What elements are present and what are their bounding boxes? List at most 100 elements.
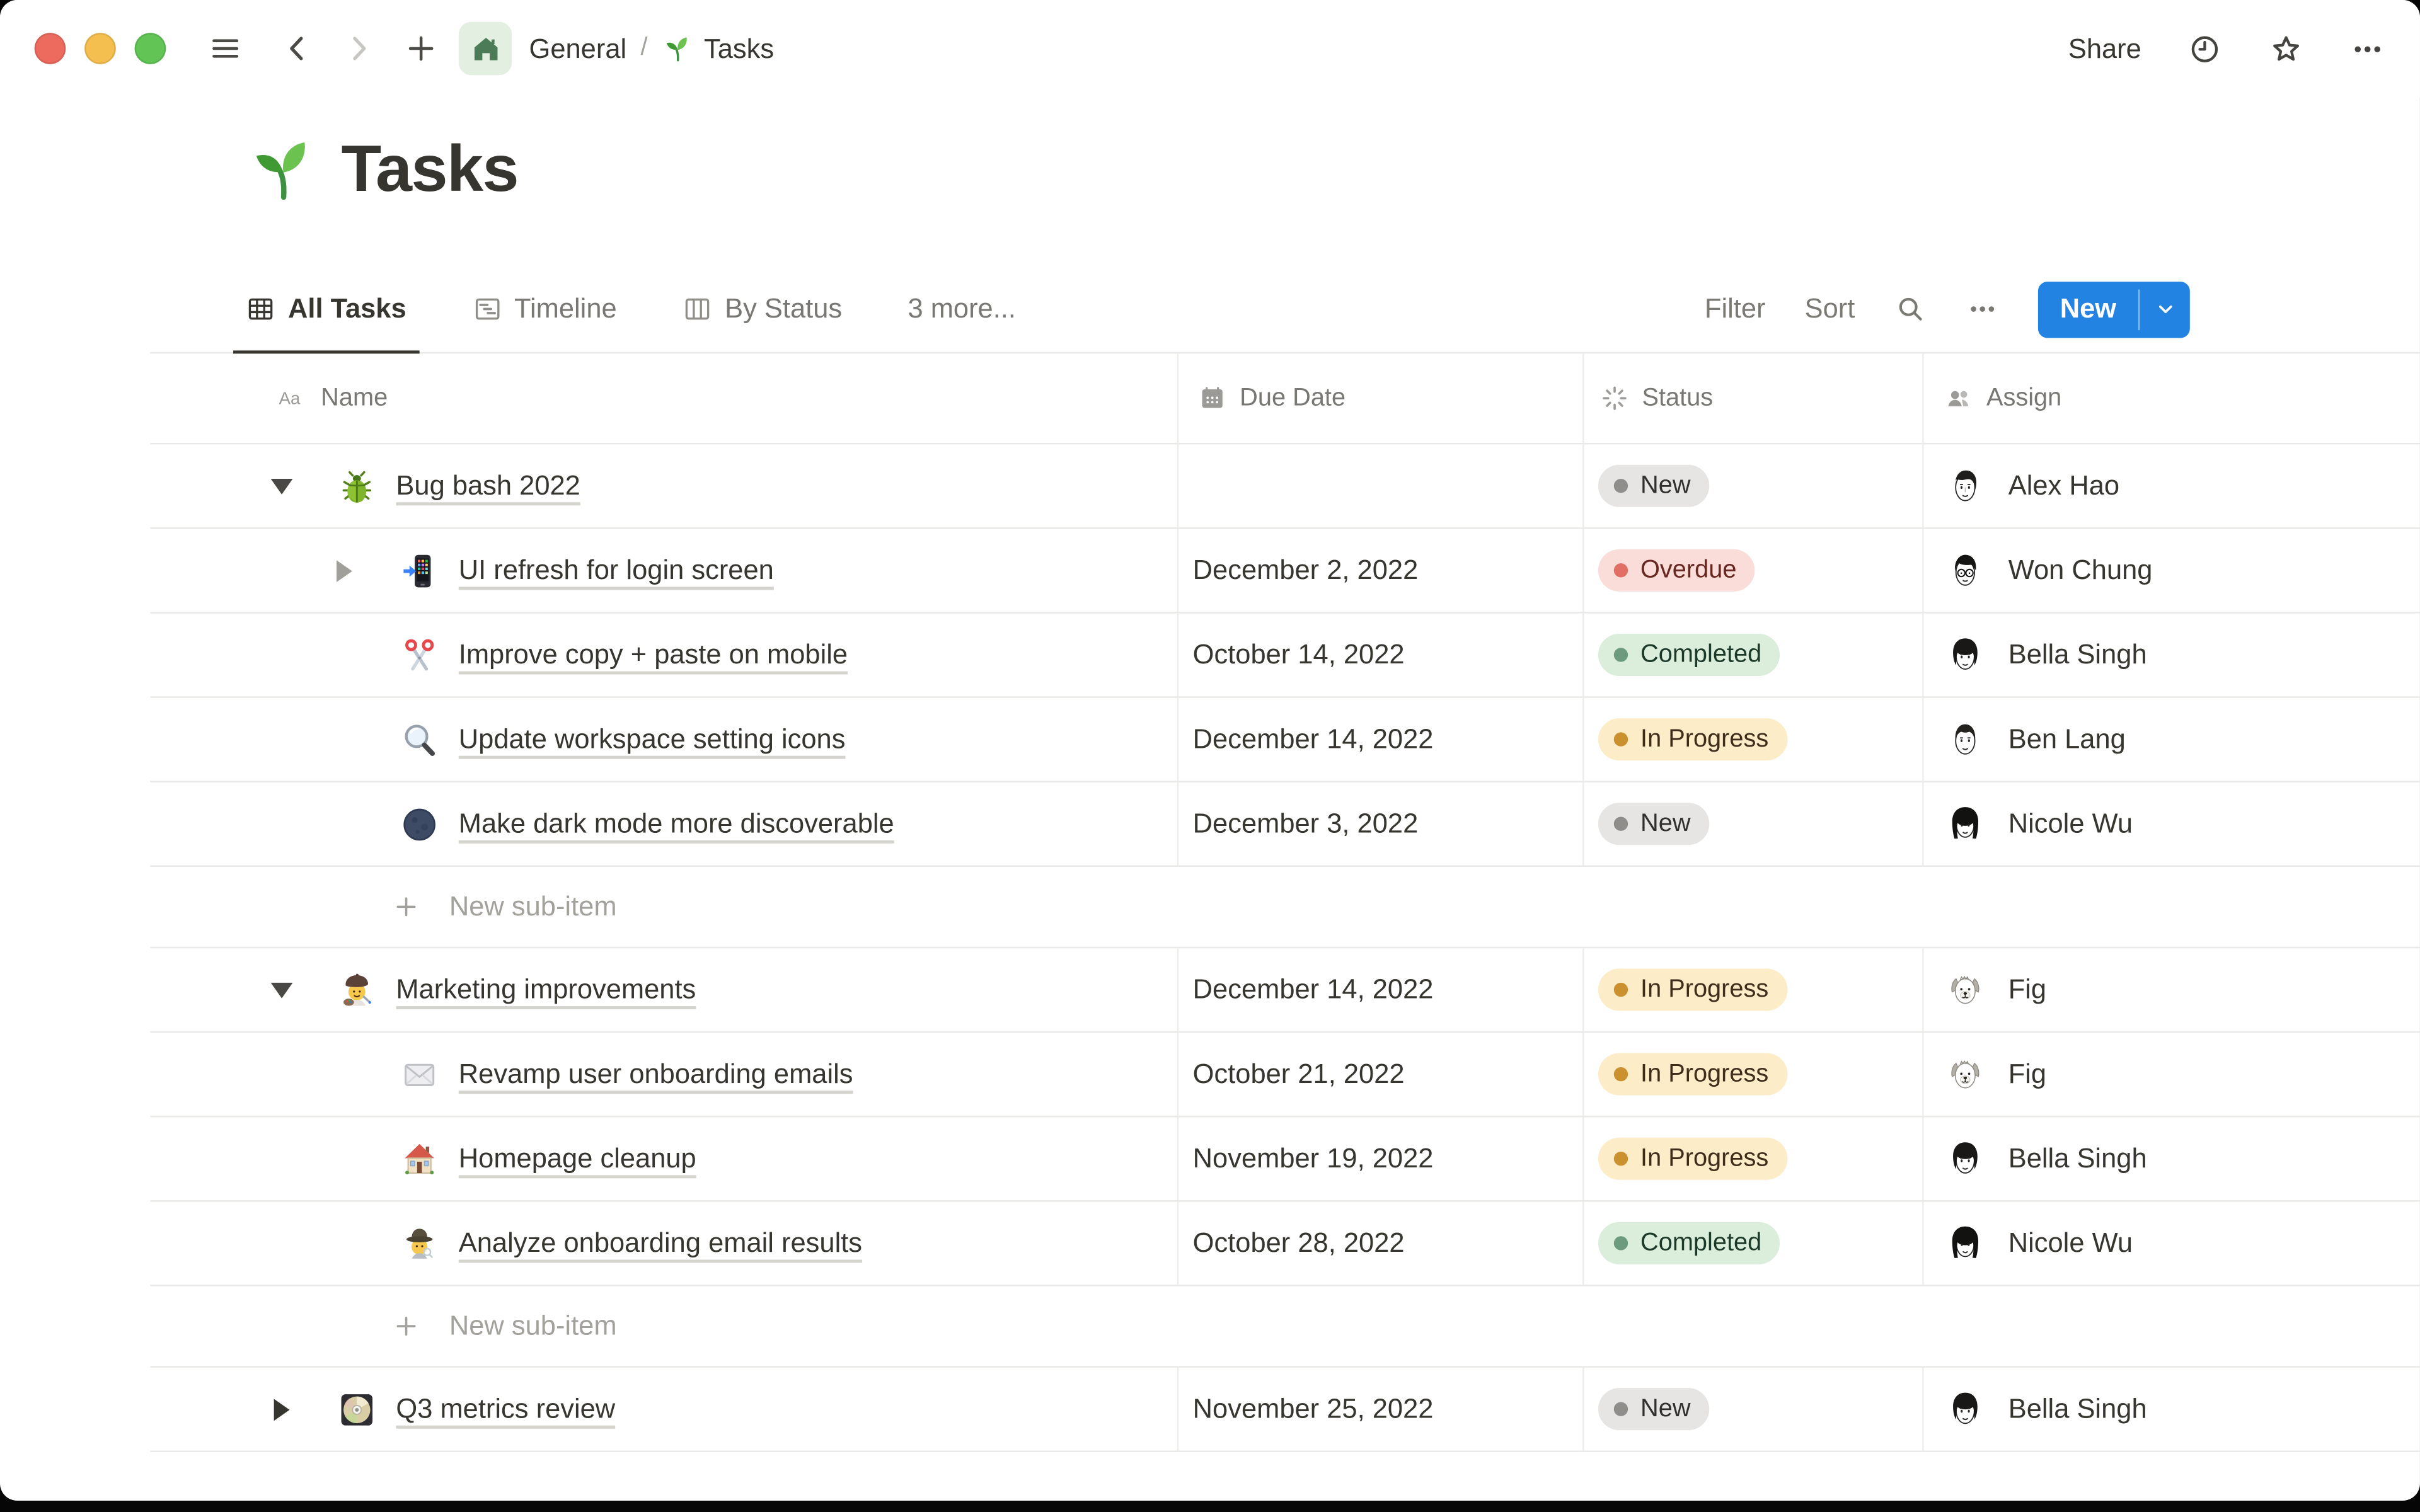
task-title[interactable]: UI refresh for login screen — [459, 554, 774, 587]
due-date-cell[interactable]: November 19, 2022 — [1177, 1117, 1582, 1201]
due-date-cell[interactable]: December 3, 2022 — [1177, 782, 1582, 866]
column-header-status[interactable]: Status — [1582, 353, 1922, 443]
tab-more-views[interactable]: 3 more... — [896, 266, 1028, 353]
table-row[interactable]: Make dark mode more discoverable Decembe… — [150, 782, 2420, 868]
status-cell[interactable]: Completed — [1582, 1201, 1922, 1285]
minimize-button[interactable] — [84, 33, 116, 64]
status-pill[interactable]: In Progress — [1598, 1137, 1788, 1180]
star-favorite-icon[interactable] — [2268, 30, 2304, 66]
view-toolbar: Filter Sort New — [1705, 266, 2190, 352]
due-date-cell[interactable]: December 14, 2022 — [1177, 948, 1582, 1031]
table-row[interactable]: Improve copy + paste on mobile October 1… — [150, 613, 2420, 698]
new-sub-item-row[interactable]: New sub-item — [150, 1286, 2420, 1368]
due-date: November 19, 2022 — [1192, 1142, 1434, 1174]
assign-cell[interactable]: Won Chung — [1922, 529, 2420, 612]
status-cell[interactable]: New — [1582, 444, 1922, 528]
due-date-cell[interactable]: October 21, 2022 — [1177, 1033, 1582, 1116]
task-title[interactable]: Make dark mode more discoverable — [459, 808, 894, 840]
status-pill[interactable]: New — [1598, 803, 1710, 845]
task-title[interactable]: Improve copy + paste on mobile — [459, 638, 848, 671]
zoom-button[interactable] — [134, 33, 166, 64]
status-pill[interactable]: Completed — [1598, 1222, 1781, 1264]
status-pill[interactable]: Overdue — [1598, 549, 1756, 592]
task-title[interactable]: Homepage cleanup — [459, 1142, 696, 1175]
status-pill[interactable]: In Progress — [1598, 968, 1788, 1011]
assign-cell[interactable]: Nicole Wu — [1922, 1201, 2420, 1285]
status-pill[interactable]: In Progress — [1598, 718, 1788, 761]
toggle-collapsed-icon[interactable] — [333, 559, 355, 581]
home-icon[interactable] — [458, 21, 512, 76]
column-header-assign[interactable]: Assign — [1922, 353, 2420, 443]
assign-cell[interactable]: Alex Hao — [1922, 444, 2420, 528]
new-sub-item-row[interactable]: New sub-item — [150, 867, 2420, 949]
task-title[interactable]: Update workspace setting icons — [459, 723, 846, 756]
tab-by-status[interactable]: By Status — [670, 266, 855, 353]
new-dropdown-button[interactable] — [2140, 281, 2189, 337]
status-pill[interactable]: In Progress — [1598, 1053, 1788, 1096]
share-button[interactable]: Share — [2068, 32, 2141, 65]
due-date-cell[interactable]: December 14, 2022 — [1177, 697, 1582, 781]
assign-cell[interactable]: Bella Singh — [1922, 1117, 2420, 1201]
status-pill[interactable]: New — [1598, 1388, 1710, 1431]
new-button[interactable]: New — [2037, 280, 2190, 338]
ellipsis-more-icon[interactable] — [2349, 30, 2385, 66]
table-row[interactable]: Update workspace setting icons December … — [150, 697, 2420, 782]
due-date-cell[interactable]: November 25, 2022 — [1177, 1367, 1582, 1451]
column-header-name[interactable]: Name — [150, 353, 1177, 443]
tab-all-tasks[interactable]: All Tasks — [233, 266, 419, 354]
task-title[interactable]: Q3 metrics review — [396, 1393, 615, 1426]
search-icon[interactable] — [1894, 292, 1927, 325]
status-cell[interactable]: In Progress — [1582, 948, 1922, 1031]
task-title[interactable]: Revamp user onboarding emails — [459, 1058, 853, 1091]
breadcrumb-page[interactable]: Tasks — [704, 32, 774, 65]
status-label: Completed — [1640, 1229, 1762, 1256]
close-button[interactable] — [34, 33, 66, 64]
tasks-table: Name Due Date Status Assign Bug bash 202… — [150, 353, 2420, 1452]
assign-cell[interactable]: Nicole Wu — [1922, 782, 2420, 866]
table-row[interactable]: Marketing improvements December 14, 2022… — [150, 948, 2420, 1033]
new-sub-item-label: New sub-item — [449, 890, 617, 922]
bella-singh-avatar — [1944, 634, 1986, 676]
assign-cell[interactable]: Fig — [1922, 948, 2420, 1031]
filter-button[interactable]: Filter — [1705, 292, 1766, 325]
status-cell[interactable]: In Progress — [1582, 697, 1922, 781]
assign-cell[interactable]: Ben Lang — [1922, 697, 2420, 781]
assign-cell[interactable]: Fig — [1922, 1033, 2420, 1116]
assign-cell[interactable]: Bella Singh — [1922, 1367, 2420, 1451]
due-date-cell[interactable] — [1177, 444, 1582, 528]
back-button[interactable] — [272, 23, 322, 73]
sort-button[interactable]: Sort — [1805, 292, 1855, 325]
due-date-cell[interactable]: October 28, 2022 — [1177, 1201, 1582, 1285]
breadcrumb-workspace[interactable]: General — [529, 32, 627, 65]
due-date-cell[interactable]: December 2, 2022 — [1177, 529, 1582, 612]
status-cell[interactable]: Completed — [1582, 613, 1922, 697]
ellipsis-more-icon[interactable] — [1966, 292, 1999, 325]
table-row[interactable]: UI refresh for login screen December 2, … — [150, 529, 2420, 614]
table-row[interactable]: Bug bash 2022 New Alex Hao — [150, 444, 2420, 529]
status-cell[interactable]: In Progress — [1582, 1117, 1922, 1201]
column-header-due-date[interactable]: Due Date — [1177, 353, 1582, 443]
table-row[interactable]: Revamp user onboarding emails October 21… — [150, 1033, 2420, 1118]
status-cell[interactable]: New — [1582, 1367, 1922, 1451]
status-pill[interactable]: New — [1598, 464, 1710, 507]
table-row[interactable]: Homepage cleanup November 19, 2022 In Pr… — [150, 1117, 2420, 1202]
table-row[interactable]: Analyze onboarding email results October… — [150, 1201, 2420, 1286]
hamburger-menu-icon[interactable] — [200, 23, 250, 73]
status-cell[interactable]: Overdue — [1582, 529, 1922, 612]
table-row[interactable]: Q3 metrics review November 25, 2022 New … — [150, 1367, 2420, 1452]
status-cell[interactable]: In Progress — [1582, 1033, 1922, 1116]
status-pill[interactable]: Completed — [1598, 633, 1781, 677]
task-title[interactable]: Bug bash 2022 — [396, 469, 580, 502]
assign-cell[interactable]: Bella Singh — [1922, 613, 2420, 697]
due-date-cell[interactable]: October 14, 2022 — [1177, 613, 1582, 697]
tab-timeline[interactable]: Timeline — [459, 266, 629, 353]
toggle-expanded-icon[interactable] — [270, 979, 293, 1001]
forward-button[interactable] — [333, 23, 383, 73]
status-cell[interactable]: New — [1582, 782, 1922, 866]
task-title[interactable]: Analyze onboarding email results — [459, 1227, 862, 1259]
toggle-collapsed-icon[interactable] — [271, 1398, 293, 1421]
clock-history-icon[interactable] — [2187, 30, 2223, 66]
new-page-button[interactable] — [396, 23, 446, 73]
task-title[interactable]: Marketing improvements — [396, 973, 696, 1006]
toggle-expanded-icon[interactable] — [270, 475, 293, 497]
